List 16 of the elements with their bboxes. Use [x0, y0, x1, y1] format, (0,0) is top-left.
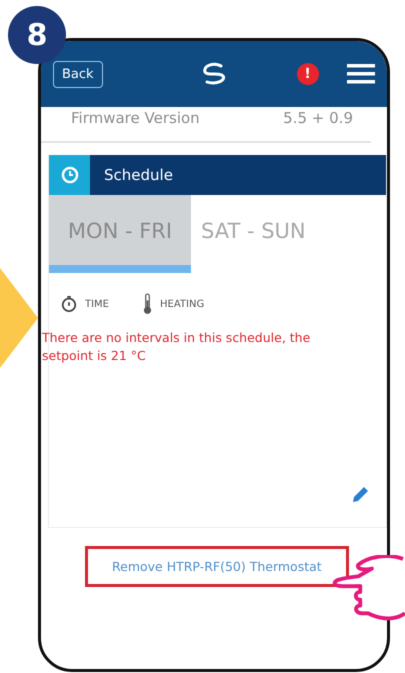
- thermometer-icon: [143, 293, 152, 315]
- pencil-icon[interactable]: [350, 485, 370, 505]
- alert-badge[interactable]: !: [296, 63, 319, 85]
- remove-thermostat-link[interactable]: Remove HTRP-RF(50) Thermostat: [85, 546, 349, 587]
- stopwatch-icon: [61, 295, 77, 313]
- firmware-value: 5.5 + 0.9: [283, 109, 353, 127]
- firmware-label: Firmware Version: [71, 109, 200, 127]
- back-button[interactable]: Back: [53, 60, 103, 88]
- step-number-badge: 8: [8, 6, 66, 64]
- column-label: HEATING: [160, 298, 204, 310]
- menu-icon[interactable]: [347, 64, 375, 84]
- column-label: TIME: [85, 298, 110, 310]
- day-tab[interactable]: MON - FRI: [49, 195, 191, 273]
- clock-icon: [60, 165, 80, 185]
- empty-schedule-message: There are no intervals in this schedule, the setpoint is 21 °C: [42, 329, 312, 366]
- schedule-title: Schedule: [104, 166, 173, 184]
